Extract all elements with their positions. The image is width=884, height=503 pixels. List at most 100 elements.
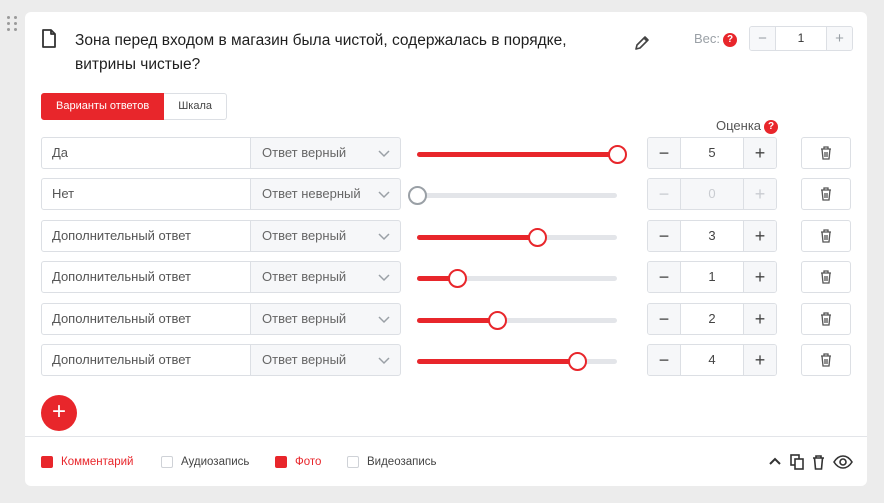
add-answer-button[interactable]: + <box>41 395 77 431</box>
slider-fill <box>417 318 497 323</box>
delete-answer-button[interactable] <box>801 178 851 210</box>
answer-text-input[interactable]: Дополнительный ответ <box>41 344 251 376</box>
score-stepper: −1 + <box>647 261 777 293</box>
increment-button[interactable]: + <box>744 304 776 334</box>
increment-button[interactable]: + <box>744 138 776 168</box>
score-value[interactable]: 0 <box>680 179 744 209</box>
score-stepper: −4 + <box>647 344 777 376</box>
copy-icon[interactable] <box>790 454 804 470</box>
slider-handle[interactable] <box>568 352 587 371</box>
option-video-label: Видеозапись <box>367 456 437 468</box>
delete-answer-button[interactable] <box>801 261 851 293</box>
slider-handle[interactable] <box>448 269 467 288</box>
chevron-up-icon[interactable] <box>768 455 782 469</box>
answer-type-value: Ответ верный <box>262 145 347 160</box>
weight-decrement-button[interactable]: − <box>750 27 775 50</box>
trash-icon <box>821 187 831 201</box>
tab-scale[interactable]: Шкала <box>164 93 227 120</box>
answer-type-select[interactable]: Ответ верный <box>250 220 401 252</box>
score-value[interactable]: 4 <box>680 345 744 375</box>
answer-text-input[interactable]: Дополнительный ответ <box>41 261 251 293</box>
answer-type-select[interactable]: Ответ верный <box>250 137 401 169</box>
answer-type-select[interactable]: Ответ верный <box>250 303 401 335</box>
question-title: Зона перед входом в магазин была чистой,… <box>75 32 567 73</box>
delete-answer-button[interactable] <box>801 344 851 376</box>
slider-handle[interactable] <box>488 311 507 330</box>
delete-answer-button[interactable] <box>801 220 851 252</box>
answer-text-input[interactable]: Дополнительный ответ <box>41 303 251 335</box>
decrement-button[interactable]: − <box>648 138 680 168</box>
tab-bar: Варианты ответов Шкала <box>41 93 227 120</box>
weight-help-icon[interactable]: ? <box>723 33 738 47</box>
increment-button[interactable]: + <box>744 262 776 292</box>
score-help-icon[interactable]: ? <box>764 120 779 134</box>
trash-icon <box>821 146 831 160</box>
score-slider[interactable] <box>417 311 617 330</box>
score-header-text: Оценка <box>716 118 762 133</box>
answer-text-input[interactable]: Дополнительный ответ <box>41 220 251 252</box>
weight-label-text: Вес: <box>694 31 721 46</box>
edit-icon[interactable] <box>634 34 651 51</box>
slider-handle[interactable] <box>608 145 627 164</box>
footer-options: Комментарий Аудиозапись Фото Видеозапись <box>25 436 867 486</box>
option-audio-label: Аудиозапись <box>181 456 250 468</box>
weight-increment-button[interactable]: + <box>827 27 852 50</box>
slider-fill <box>417 152 617 157</box>
answer-type-select[interactable]: Ответ неверный <box>250 178 401 210</box>
checkbox-checked-icon[interactable] <box>41 456 53 468</box>
checkbox-icon[interactable] <box>161 456 173 468</box>
answer-type-select[interactable]: Ответ верный <box>250 344 401 376</box>
score-value[interactable]: 5 <box>680 138 744 168</box>
score-slider[interactable] <box>417 269 617 288</box>
decrement-button[interactable]: − <box>648 304 680 334</box>
score-slider[interactable] <box>408 186 617 205</box>
drag-handle-icon[interactable] <box>6 16 20 32</box>
trash-icon[interactable] <box>812 454 825 470</box>
chevron-down-icon <box>378 316 390 324</box>
option-photo[interactable]: Фото <box>275 456 321 468</box>
score-value[interactable]: 3 <box>680 221 744 251</box>
score-slider[interactable] <box>417 352 617 371</box>
option-audio[interactable]: Аудиозапись <box>161 456 249 468</box>
delete-answer-button[interactable] <box>801 137 851 169</box>
tab-answer-options[interactable]: Варианты ответов <box>41 93 165 120</box>
decrement-button[interactable]: − <box>648 221 680 251</box>
decrement-button[interactable]: − <box>648 262 680 292</box>
chevron-down-icon <box>378 274 390 282</box>
weight-stepper: − 1 + <box>749 26 853 51</box>
trash-icon <box>821 270 831 284</box>
increment-button[interactable]: + <box>744 345 776 375</box>
slider-handle[interactable] <box>408 186 427 205</box>
trash-icon <box>821 353 831 367</box>
checkbox-checked-icon[interactable] <box>275 456 287 468</box>
document-icon <box>42 29 56 48</box>
checkbox-icon[interactable] <box>347 456 359 468</box>
delete-answer-button[interactable] <box>801 303 851 335</box>
decrement-button[interactable]: − <box>648 179 680 209</box>
score-header: Оценка? <box>716 118 779 134</box>
answer-text-input[interactable]: Да <box>41 137 251 169</box>
answer-text-input[interactable]: Нет <box>41 178 251 210</box>
score-value[interactable]: 2 <box>680 304 744 334</box>
eye-icon[interactable] <box>833 455 853 469</box>
increment-button[interactable]: + <box>744 221 776 251</box>
chevron-down-icon <box>378 191 390 199</box>
option-photo-label: Фото <box>295 456 322 468</box>
answer-row: Нет Ответ неверный −0 + <box>41 178 851 210</box>
answer-type-select[interactable]: Ответ верный <box>250 261 401 293</box>
answer-type-value: Ответ верный <box>262 352 347 367</box>
answer-row: Дополнительный ответ Ответ верный −3 + <box>41 220 851 252</box>
trash-icon <box>821 229 831 243</box>
decrement-button[interactable]: − <box>648 345 680 375</box>
footer-actions <box>768 454 853 470</box>
score-stepper: −5 + <box>647 137 777 169</box>
weight-label: Вес:? <box>694 31 738 47</box>
weight-value[interactable]: 1 <box>775 27 827 50</box>
option-video[interactable]: Видеозапись <box>347 456 437 468</box>
score-value[interactable]: 1 <box>680 262 744 292</box>
score-slider[interactable] <box>417 145 627 164</box>
score-slider[interactable] <box>417 228 617 247</box>
slider-handle[interactable] <box>528 228 547 247</box>
option-comment[interactable]: Комментарий <box>41 456 133 468</box>
increment-button[interactable]: + <box>744 179 776 209</box>
